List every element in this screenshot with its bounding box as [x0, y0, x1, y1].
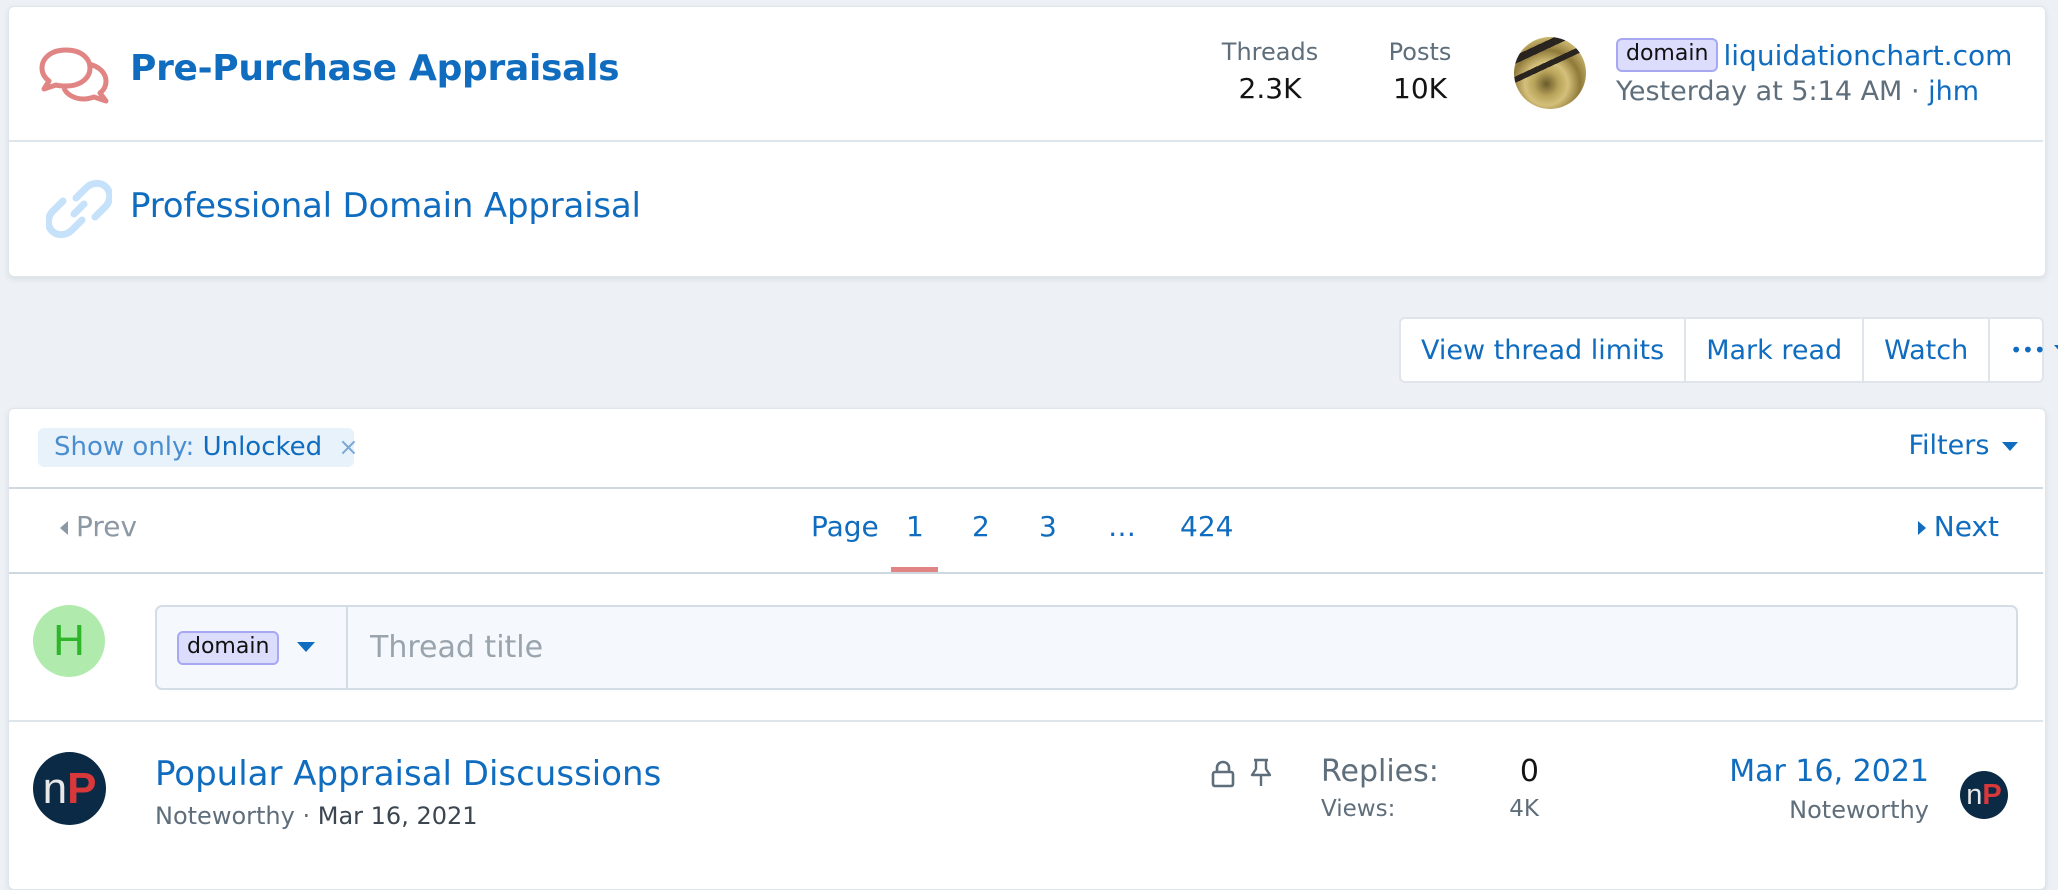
thread-meta-separator: ·: [302, 802, 311, 830]
forum-title[interactable]: Pre-Purchase Appraisals: [130, 48, 620, 89]
avatar-letter: H: [53, 616, 85, 665]
lock-icon: [1211, 760, 1235, 788]
threads-stat-label: Threads: [1221, 38, 1319, 66]
views-count: 4K: [1509, 796, 1539, 822]
caret-down-icon: [297, 642, 316, 652]
posts-stat-value: 10K: [1393, 72, 1447, 105]
view-thread-limits-button[interactable]: View thread limits: [1401, 319, 1687, 381]
replies-label: Replies:: [1321, 754, 1439, 789]
latest-separator: ·: [1910, 76, 1920, 107]
last-post-user[interactable]: Noteworthy: [1789, 796, 1929, 824]
page-link-1[interactable]: 1: [906, 510, 924, 543]
page-ellipsis: …: [1108, 510, 1136, 543]
latest-thread: domain liquidationchart.com: [1616, 38, 2012, 72]
last-post-date[interactable]: Mar 16, 2021: [1729, 754, 1929, 789]
caret-down-icon: [2002, 441, 2018, 451]
page-link-2[interactable]: 2: [972, 510, 990, 543]
page-label: Page: [811, 510, 879, 543]
threads-stat-value: 2.3K: [1238, 72, 1302, 105]
thread-author-avatar[interactable]: nP: [33, 752, 106, 825]
more-dots-icon: •••: [2010, 338, 2046, 362]
page-link-3[interactable]: 3: [1039, 510, 1057, 543]
forum-actions: View thread limits Mark read Watch •••: [1399, 317, 2058, 383]
filter-divider: [9, 487, 2043, 489]
next-label: Next: [1933, 510, 1999, 543]
prev-page-link[interactable]: Prev: [60, 510, 137, 543]
filters-menu[interactable]: Filters: [1908, 430, 2018, 461]
caret-right-icon: [1917, 521, 1926, 535]
link-icon: [46, 179, 112, 239]
thread-title-input[interactable]: [350, 607, 2010, 688]
filters-label: Filters: [1908, 430, 1990, 461]
latest-user[interactable]: jhm: [1928, 76, 1979, 107]
avatar-p: P: [1982, 778, 2002, 811]
remove-filter-icon[interactable]: ×: [338, 433, 358, 461]
replies-count: 0: [1519, 754, 1539, 789]
latest-time[interactable]: Yesterday at 5:14 AM: [1616, 76, 1902, 107]
active-filter-chip[interactable]: Show only: Unlocked ×: [38, 428, 359, 467]
subforum-title[interactable]: Professional Domain Appraisal: [130, 186, 641, 226]
thread-title[interactable]: Popular Appraisal Discussions: [155, 754, 661, 794]
prefix-badge: domain: [177, 630, 280, 665]
prefix-selector[interactable]: domain: [157, 607, 348, 688]
last-poster-avatar[interactable]: nP: [1960, 771, 2008, 819]
more-actions-button[interactable]: •••: [1990, 319, 2058, 381]
mark-read-button[interactable]: Mark read: [1686, 319, 1865, 381]
filter-value: Unlocked: [202, 432, 323, 462]
caret-down-icon: [2053, 345, 2058, 350]
page-link-last[interactable]: 424: [1180, 510, 1233, 543]
current-user-avatar[interactable]: H: [33, 605, 105, 677]
comments-icon: [39, 47, 109, 104]
latest-thread-prefix[interactable]: domain: [1616, 38, 1719, 72]
views-label: Views:: [1321, 796, 1396, 822]
filter-label: Show only:: [54, 432, 195, 462]
latest-poster-avatar[interactable]: [1514, 37, 1586, 109]
latest-thread-title[interactable]: liquidationchart.com: [1724, 39, 2013, 72]
thread-author[interactable]: Noteworthy: [155, 802, 295, 830]
avatar-n: n: [42, 763, 68, 813]
prev-label: Prev: [76, 510, 138, 543]
avatar-p: P: [67, 763, 97, 813]
avatar-n: n: [1966, 778, 1983, 811]
posts-stat-label: Posts: [1388, 38, 1452, 66]
caret-left-icon: [60, 521, 68, 535]
thread-start-date[interactable]: Mar 16, 2021: [318, 802, 478, 830]
header-divider: [9, 140, 2043, 142]
thread-meta: Noteworthy · Mar 16, 2021: [155, 802, 478, 830]
latest-meta: Yesterday at 5:14 AM · jhm: [1616, 76, 1979, 107]
pagination-divider: [9, 572, 2043, 574]
watch-button[interactable]: Watch: [1864, 319, 1991, 381]
sticky-pin-icon: [1250, 758, 1272, 786]
thread-row: nP Popular Appraisal Discussions Notewor…: [9, 722, 2043, 868]
new-thread-input-group: domain: [155, 605, 2018, 690]
next-page-link[interactable]: Next: [1917, 510, 1999, 543]
